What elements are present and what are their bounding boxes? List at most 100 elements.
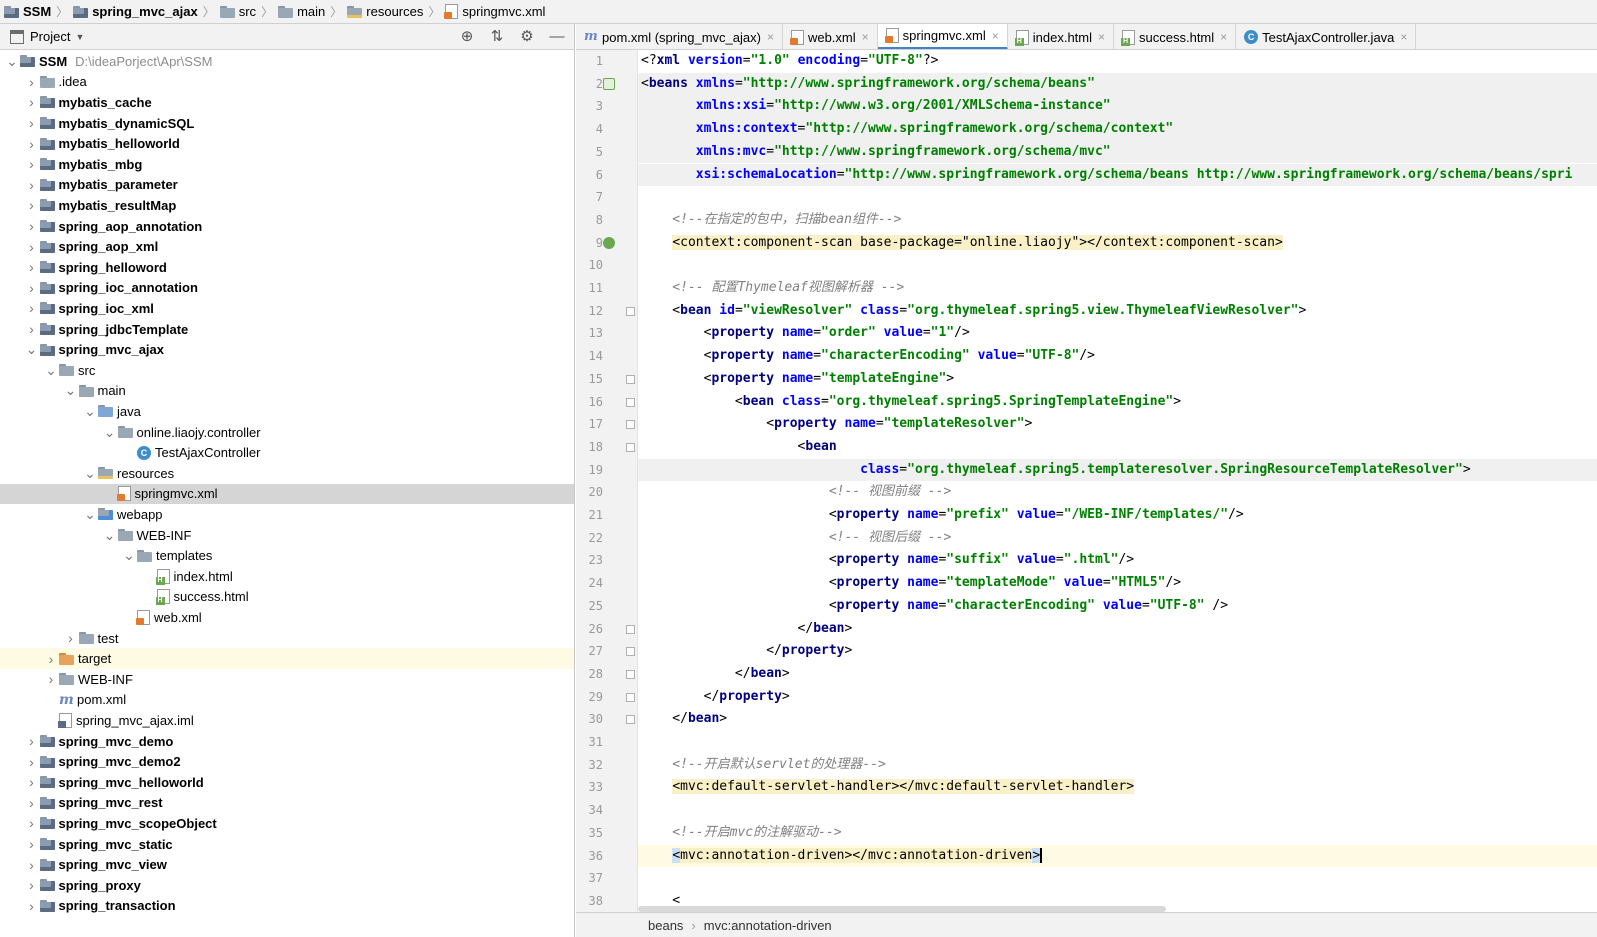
tree-item[interactable]: › spring_mvc_view	[0, 854, 574, 875]
tree-item[interactable]: m pom.xml	[0, 690, 574, 711]
tree-item[interactable]: ⌄ WEB-INF	[0, 525, 574, 546]
tree-item[interactable]: › mybatis_cache	[0, 92, 574, 113]
tree-item[interactable]: › test	[0, 628, 574, 649]
tab-pom-xml[interactable]: m pom.xml (spring_mvc_ajax) ×	[576, 24, 783, 49]
fold-marker-icon[interactable]	[626, 669, 635, 679]
close-icon[interactable]: ×	[1220, 30, 1227, 44]
tree-item[interactable]: › spring_mvc_helloworld	[0, 772, 574, 793]
chevron-down-icon[interactable]: ⌄	[4, 53, 20, 70]
tab-success-html[interactable]: success.html ×	[1114, 24, 1237, 49]
code-view[interactable]: <?xml version="1.0" encoding="UTF-8"?> <b…	[638, 50, 1597, 912]
breadcrumb-item[interactable]: spring_mvc_ajax	[73, 4, 198, 19]
tree-item[interactable]: ⌄ webapp	[0, 504, 574, 525]
chevron-right-icon[interactable]: ›	[24, 815, 40, 831]
chevron-right-icon[interactable]: ›	[24, 877, 40, 893]
breadcrumb-item[interactable]: src	[219, 4, 256, 19]
collapse-all-icon[interactable]: ⇅	[488, 24, 506, 50]
tree-item[interactable]: ⌄ resources	[0, 463, 574, 484]
tree-item[interactable]: › spring_ioc_annotation	[0, 278, 574, 299]
chevron-right-icon[interactable]: ›	[24, 94, 40, 110]
tree-item[interactable]: ⌄ templates	[0, 545, 574, 566]
tree-item[interactable]: › spring_proxy	[0, 875, 574, 896]
fold-marker-icon[interactable]	[626, 374, 635, 384]
xml-path-item[interactable]: mvc:annotation-driven	[704, 918, 832, 933]
tab-web-xml[interactable]: web.xml ×	[783, 24, 878, 49]
fold-marker-icon[interactable]	[626, 692, 635, 702]
chevron-right-icon[interactable]: ›	[24, 239, 40, 255]
tree-item[interactable]: › spring_mvc_rest	[0, 793, 574, 814]
chevron-right-icon[interactable]: ›	[24, 754, 40, 770]
close-icon[interactable]: ×	[862, 30, 869, 44]
tree-item[interactable]: ⌄ spring_mvc_ajax	[0, 339, 574, 360]
chevron-right-icon[interactable]: ›	[24, 857, 40, 873]
tree-item[interactable]: index.html	[0, 566, 574, 587]
chevron-right-icon[interactable]: ›	[24, 795, 40, 811]
chevron-right-icon[interactable]: ›	[43, 671, 59, 687]
chevron-right-icon[interactable]: ›	[24, 74, 40, 90]
tree-item[interactable]: › mybatis_resultMap	[0, 195, 574, 216]
chevron-down-icon[interactable]: ⌄	[82, 403, 98, 420]
chevron-right-icon[interactable]: ›	[24, 836, 40, 852]
chevron-right-icon[interactable]: ›	[24, 259, 40, 275]
fold-marker-icon[interactable]	[626, 624, 635, 634]
bean-config-icon[interactable]	[603, 77, 615, 90]
breadcrumb-item[interactable]: springmvc.xml	[444, 4, 545, 19]
tree-item[interactable]: › spring_ioc_xml	[0, 298, 574, 319]
gear-icon[interactable]: ⚙	[518, 24, 536, 50]
chevron-down-icon[interactable]: ⌄	[24, 341, 40, 358]
fold-marker-icon[interactable]	[626, 420, 635, 430]
chevron-right-icon[interactable]: ›	[24, 156, 40, 172]
tree-item[interactable]: web.xml	[0, 607, 574, 628]
chevron-right-icon[interactable]: ›	[24, 321, 40, 337]
tree-item[interactable]: spring_mvc_ajax.iml	[0, 710, 574, 731]
tab-springmvc-xml[interactable]: springmvc.xml ×	[877, 24, 1008, 49]
chevron-right-icon[interactable]: ›	[24, 300, 40, 316]
chevron-right-icon[interactable]: ›	[63, 630, 79, 646]
chevron-right-icon[interactable]: ›	[43, 651, 59, 667]
breadcrumb-item[interactable]: main	[278, 4, 325, 19]
minimize-icon[interactable]: —	[548, 24, 566, 50]
fold-marker-icon[interactable]	[626, 647, 635, 657]
tree-item[interactable]: › spring_aop_xml	[0, 236, 574, 257]
close-icon[interactable]: ×	[1098, 30, 1105, 44]
breadcrumb-item[interactable]: SSM	[4, 4, 51, 19]
fold-marker-icon[interactable]	[626, 397, 635, 407]
tree-item[interactable]: › WEB-INF	[0, 669, 574, 690]
chevron-down-icon[interactable]: ⌄	[63, 382, 79, 399]
chevron-down-icon[interactable]: ▼	[75, 32, 84, 42]
tree-item[interactable]: ⌄ main	[0, 381, 574, 402]
tree-item[interactable]: › mybatis_parameter	[0, 175, 574, 196]
chevron-right-icon[interactable]: ›	[24, 280, 40, 296]
chevron-down-icon[interactable]: ⌄	[102, 527, 118, 544]
tree-item[interactable]: › target	[0, 648, 574, 669]
chevron-right-icon[interactable]: ›	[24, 136, 40, 152]
close-icon[interactable]: ×	[767, 30, 774, 44]
breadcrumb-item[interactable]: resources	[347, 4, 423, 19]
chevron-down-icon[interactable]: ⌄	[102, 424, 118, 441]
tree-item[interactable]: ⌄ src	[0, 360, 574, 381]
chevron-right-icon[interactable]: ›	[24, 218, 40, 234]
tree-item[interactable]: ⌄ java	[0, 401, 574, 422]
tree-item[interactable]: › .idea	[0, 72, 574, 93]
chevron-down-icon[interactable]: ⌄	[82, 506, 98, 523]
close-icon[interactable]: ×	[1400, 30, 1407, 44]
tree-item[interactable]: C TestAjaxController	[0, 442, 574, 463]
chevron-down-icon[interactable]: ⌄	[82, 465, 98, 482]
tree-item[interactable]: › spring_transaction	[0, 896, 574, 917]
tree-item[interactable]: ⌄ SSM D:\ideaPorject\Apr\SSM	[0, 51, 574, 72]
tree-item[interactable]: › mybatis_dynamicSQL	[0, 113, 574, 134]
tree-item[interactable]: ⌄ online.liaojy.controller	[0, 422, 574, 443]
tab-testajaxcontroller-java[interactable]: C TestAjaxController.java ×	[1236, 24, 1417, 49]
chevron-right-icon[interactable]: ›	[24, 115, 40, 131]
chevron-right-icon[interactable]: ›	[24, 197, 40, 213]
tree-item[interactable]: › mybatis_mbg	[0, 154, 574, 175]
tree-item[interactable]: success.html	[0, 587, 574, 608]
project-panel-header[interactable]: Project ▼ ⊕ ⇅ ⚙ —	[0, 24, 574, 50]
tree-item[interactable]: › spring_helloword	[0, 257, 574, 278]
chevron-right-icon[interactable]: ›	[24, 177, 40, 193]
fold-marker-icon[interactable]	[626, 715, 635, 725]
component-scan-icon[interactable]	[603, 236, 615, 249]
tree-item[interactable]: › spring_mvc_demo2	[0, 751, 574, 772]
fold-marker-icon[interactable]	[626, 442, 635, 452]
chevron-down-icon[interactable]: ⌄	[43, 362, 59, 379]
